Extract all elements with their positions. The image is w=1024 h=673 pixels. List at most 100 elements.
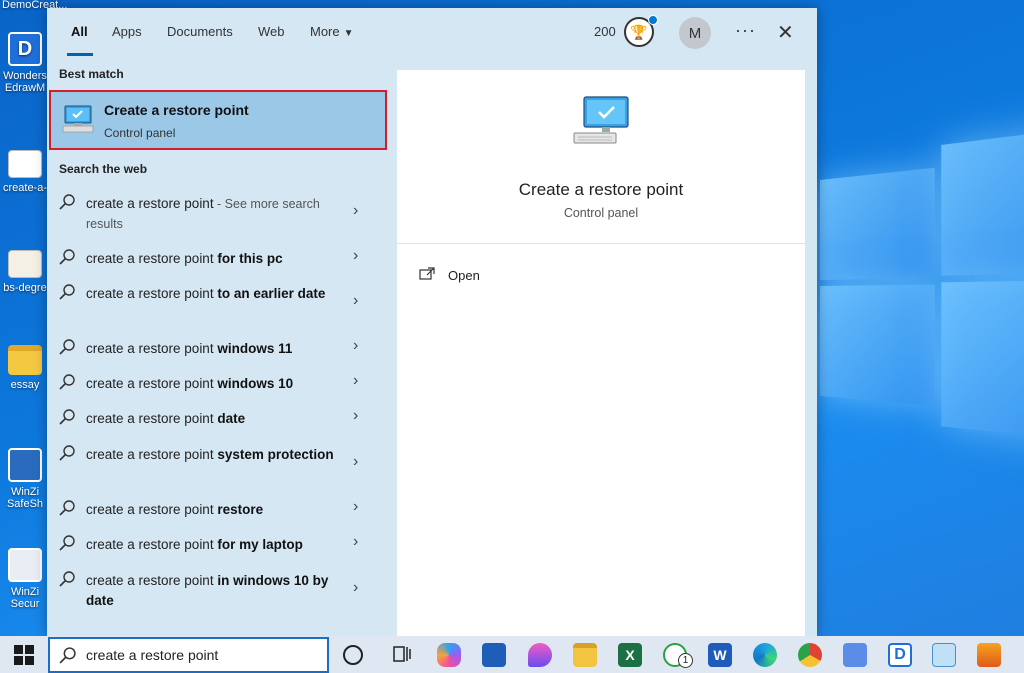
desktop-icon-label: WinZi Secur <box>10 586 40 610</box>
divider <box>397 243 805 244</box>
result-detail-pane: Create a restore point Control panel Ope… <box>397 70 805 636</box>
excel-icon[interactable]: X <box>618 643 642 667</box>
tab-all[interactable]: All <box>71 24 88 39</box>
search-web-heading: Search the web <box>59 162 148 176</box>
web-result-text: create a restore point restore <box>86 502 264 517</box>
web-result-text: create a restore point for my laptop <box>86 537 303 552</box>
open-action[interactable]: Open <box>419 265 519 287</box>
taskbar: X 1 W D <box>0 636 1024 673</box>
search-icon <box>59 500 75 516</box>
chevron-right-icon: › <box>353 337 359 354</box>
search-input[interactable] <box>86 645 316 665</box>
windows-logo-wallpaper <box>820 124 1024 476</box>
tab-web[interactable]: Web <box>258 24 285 39</box>
chevron-right-icon: › <box>353 453 359 470</box>
search-icon <box>59 535 75 551</box>
edge-icon[interactable] <box>753 643 777 667</box>
chrome-icon[interactable] <box>798 643 822 667</box>
chevron-right-icon: › <box>353 292 359 309</box>
close-icon[interactable]: ✕ <box>777 20 794 45</box>
web-result-text: create a restore point windows 11 <box>86 341 293 356</box>
detail-subtitle: Control panel <box>563 206 639 220</box>
web-result-item[interactable]: create a restore point windows 11 › <box>47 337 387 363</box>
web-result-text: create a restore point for this pc <box>86 251 283 266</box>
word-icon[interactable]: W <box>708 643 732 667</box>
detail-title: Create a restore point <box>518 180 684 199</box>
search-icon <box>59 339 75 355</box>
desktop-icon-winzip-safeshare[interactable]: WinZi SafeSh <box>2 448 48 510</box>
certificate-thumbnail-icon <box>8 250 42 278</box>
search-icon <box>59 249 75 265</box>
desktop-icon-label: Wonders EdrawM <box>3 70 47 94</box>
web-result-item[interactable]: create a restore point - See more search… <box>47 194 387 234</box>
rewards-points[interactable]: 200 <box>594 24 616 39</box>
microsoft-store-icon[interactable] <box>482 643 506 667</box>
chevron-right-icon: › <box>353 407 359 424</box>
search-tabs-bar: All Apps Documents Web More ▼ 200 🏆 M ···… <box>47 8 817 58</box>
web-result-item[interactable]: create a restore point for my laptop › <box>47 533 387 559</box>
chevron-right-icon: › <box>353 533 359 550</box>
search-icon <box>59 409 75 425</box>
search-icon <box>59 284 75 300</box>
desktop-icon-edraw[interactable]: D Wonders EdrawM <box>2 32 48 94</box>
folder-icon <box>8 345 42 375</box>
chevron-right-icon: › <box>353 579 359 596</box>
best-match-result[interactable]: Create a restore point Control panel <box>49 90 387 150</box>
web-result-text: create a restore point - See more search… <box>86 196 320 231</box>
desktop-icon-winzip-secure[interactable]: WinZi Secur <box>2 548 48 610</box>
web-result-text: create a restore point system protection <box>86 447 334 462</box>
copilot-icon[interactable] <box>437 643 461 667</box>
file-explorer-icon[interactable] <box>573 643 597 667</box>
desktop-icon-essay[interactable]: essay <box>2 345 48 391</box>
windows-start-icon[interactable] <box>14 645 34 665</box>
search-icon <box>59 571 75 587</box>
document-thumbnail-icon <box>8 150 42 178</box>
search-icon <box>59 647 76 664</box>
more-options-icon[interactable]: ··· <box>735 20 756 41</box>
avatar[interactable]: M <box>679 17 711 49</box>
search-icon <box>59 445 75 461</box>
chevron-right-icon: › <box>353 247 359 264</box>
best-match-heading: Best match <box>59 67 124 81</box>
desktop-icon-label: WinZi SafeSh <box>6 486 44 510</box>
desktop-icon-create-a[interactable]: create-a- <box>2 150 48 194</box>
tab-more-label: More <box>310 24 340 39</box>
desktop-icon-label: bs-degre <box>3 282 47 294</box>
tab-apps[interactable]: Apps <box>112 24 142 39</box>
open-label: Open <box>448 268 480 283</box>
system-info-icon[interactable] <box>932 643 956 667</box>
tab-documents[interactable]: Documents <box>167 24 233 39</box>
web-result-item[interactable]: create a restore point for this pc › <box>47 247 387 273</box>
web-result-item[interactable]: create a restore point system protection… <box>47 445 387 485</box>
chevron-right-icon: › <box>353 498 359 515</box>
search-icon <box>59 374 75 390</box>
web-result-text: create a restore point in windows 10 by … <box>86 573 329 608</box>
web-result-item[interactable]: create a restore point in windows 10 by … <box>47 571 387 611</box>
app-icon[interactable] <box>977 643 1001 667</box>
web-result-text: create a restore point date <box>86 411 246 426</box>
winzip-secure-icon <box>8 548 42 582</box>
restore-point-large-icon <box>573 96 629 144</box>
paint-icon[interactable] <box>843 643 867 667</box>
desktop-icon-label: create-a- <box>2 182 48 194</box>
web-result-item[interactable]: create a restore point date › <box>47 407 387 433</box>
edraw-icon[interactable]: D <box>888 643 912 667</box>
web-result-item[interactable]: create a restore point to an earlier dat… <box>47 284 387 324</box>
desktop-icon-bs-degree[interactable]: bs-degre <box>2 250 48 294</box>
web-result-item[interactable]: create a restore point restore › <box>47 498 387 524</box>
desktop-icon-label: essay <box>10 379 40 391</box>
taskbar-search-box[interactable] <box>48 637 329 673</box>
chevron-right-icon: › <box>353 202 359 219</box>
notification-badge: 1 <box>678 653 693 668</box>
tab-more[interactable]: More ▼ <box>310 24 354 39</box>
web-result-item[interactable]: create a restore point windows 10 › <box>47 372 387 398</box>
notification-dot <box>648 15 658 25</box>
edge-dev-icon[interactable] <box>528 643 552 667</box>
chevron-right-icon: › <box>353 372 359 389</box>
best-match-title: Create a restore point <box>104 102 249 118</box>
cortana-icon[interactable] <box>343 645 363 665</box>
open-external-icon <box>419 267 435 280</box>
task-view-icon[interactable] <box>391 643 415 667</box>
restore-point-icon <box>62 105 94 133</box>
edraw-app-icon: D <box>8 32 42 66</box>
